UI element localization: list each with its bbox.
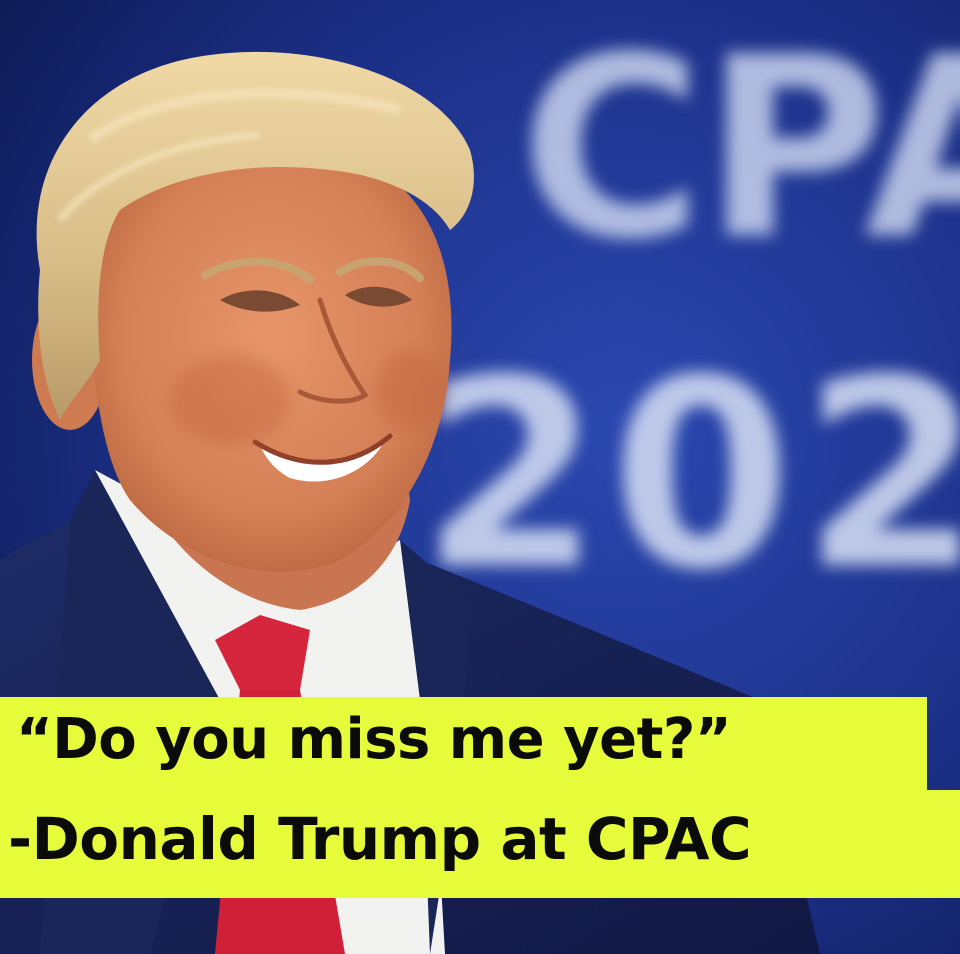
backdrop-sign-year: 202 — [420, 325, 960, 627]
caption-attribution: -Donald Trump at CPAC — [0, 790, 960, 898]
backdrop-sign-top: CPAC — [520, 3, 960, 294]
caption-quote: “Do you miss me yet?” — [0, 697, 927, 790]
meme-image: CPAC 202 — [0, 0, 960, 954]
